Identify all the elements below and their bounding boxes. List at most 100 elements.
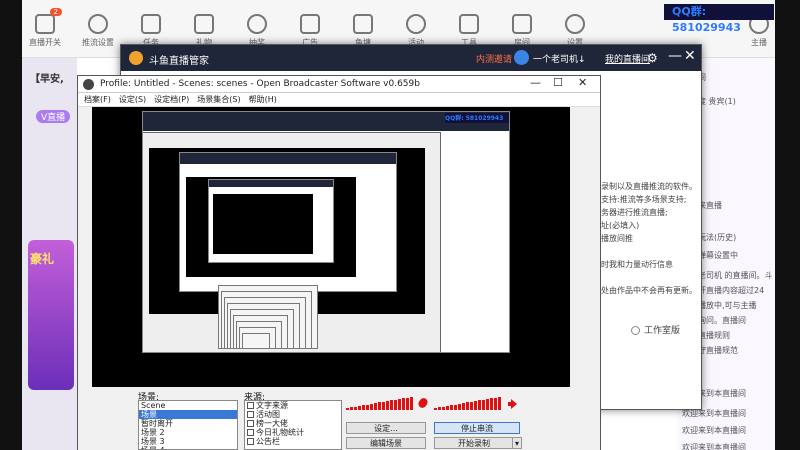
speaker-icon[interactable] [508, 399, 518, 409]
meter-bar [470, 401, 473, 410]
beta-invite-link[interactable]: 内测邀请 [476, 52, 512, 65]
close-button[interactable]: ✕ [684, 48, 696, 64]
record-dropdown-button[interactable]: ▾ [512, 437, 522, 449]
toolbar-icon [141, 14, 161, 34]
meter-bar [398, 398, 401, 410]
toolbar-item-3[interactable]: 礼物 [179, 14, 229, 48]
scene-item[interactable]: 场景 3 [139, 437, 237, 446]
studio-edition-radio[interactable]: 工作室版 [631, 323, 680, 336]
manager-info-line: 播放间推 [601, 234, 633, 243]
meter-bar [462, 403, 465, 410]
settings-button[interactable]: 设定... [346, 422, 426, 434]
sources-list[interactable]: 文字来源 活动图 榜一大佬 今日礼物统计 公告栏 [244, 400, 342, 450]
obs-minimize-button[interactable]: — [530, 76, 541, 89]
obs-close-button[interactable]: ✕ [578, 76, 587, 89]
manager-titlebar: 斗鱼直播管家 内测邀请 一个老司机↓ 我的直播间 ⚙ — ✕ [121, 45, 701, 71]
edit-scene-button[interactable]: 编辑场景 [346, 437, 426, 449]
obs-logo-icon [83, 79, 94, 90]
meter-bar [490, 398, 493, 410]
obs-menu-item[interactable]: 设定档(P) [154, 93, 189, 107]
toolbar-item-7[interactable]: 活动 [391, 14, 441, 48]
gear-icon[interactable]: ⚙ [647, 51, 658, 65]
source-item[interactable]: 公告栏 [245, 437, 341, 446]
meter-bar [378, 402, 381, 410]
meter-bar [346, 408, 349, 410]
meter-bar [350, 407, 353, 410]
meter-bar [458, 403, 461, 410]
checkbox-icon[interactable] [247, 420, 254, 427]
mic-volume-meter[interactable] [346, 396, 416, 410]
obs-maximize-button[interactable]: ☐ [553, 76, 563, 89]
nested-capture: QQ群: 581029943 [142, 111, 510, 353]
meter-bar [366, 404, 369, 410]
meter-bar [362, 405, 365, 410]
screen-frame: 直播开关 2 推流设置 任务 礼物 抽奖 广告 鱼塘 活动 工具 房间 设置 主播 QQ群: 5810… [22, 0, 775, 450]
source-item[interactable]: 今日礼物统计 [245, 428, 341, 437]
obs-menu-item[interactable]: 档案(F) [84, 93, 111, 107]
toolbar-item-5[interactable]: 广告 [285, 14, 335, 48]
scene-item[interactable]: 暂时离开 [139, 419, 237, 428]
meter-bar [446, 405, 449, 410]
checkbox-icon[interactable] [247, 411, 254, 418]
manager-info-line: 支持:推流等多场景支持; [601, 195, 687, 204]
level-badge: V直播 [36, 110, 71, 123]
scene-item[interactable]: 场景 4 [139, 446, 237, 449]
stream-greeting: 【早安, [30, 74, 64, 85]
microphone-icon[interactable] [416, 396, 430, 410]
meter-bar [434, 408, 437, 410]
stop-stream-button[interactable]: 停止串流 [434, 422, 520, 434]
toolbar-icon [459, 14, 479, 34]
obs-controls: 场景: Scene场景暂时离开场景 2场景 3场景 4 来源: 文字来源活动图榜… [78, 388, 600, 450]
toolbar-item-6[interactable]: 鱼塘 [338, 14, 388, 48]
obs-menubar: 档案(F) 设定(S) 设定档(P) 场景集合(S) 帮助(H) [78, 93, 600, 107]
toolbar-item-9[interactable]: 房间 [497, 14, 547, 48]
meter-bar [442, 406, 445, 410]
start-record-button[interactable]: 开始录制 [434, 437, 514, 449]
toolbar-item-8[interactable]: 工具 [444, 14, 494, 48]
toolbar-icon [565, 14, 585, 34]
checkbox-icon[interactable] [247, 429, 254, 436]
gift-promo-label: 豪礼 [30, 252, 55, 266]
meter-bar [466, 402, 469, 410]
toolbar-item-0[interactable]: 直播开关 2 [22, 8, 70, 48]
source-item[interactable]: 文字来源 [245, 401, 341, 410]
toolbar-item-2[interactable]: 任务 [126, 14, 176, 48]
radio-icon [631, 326, 640, 335]
avatar[interactable] [514, 50, 529, 65]
manager-info-line: 处由作品中不会再有更新。 [601, 286, 697, 295]
toolbar-icon [35, 14, 55, 34]
minimize-button[interactable]: — [668, 48, 682, 64]
scene-item[interactable]: 场景 [139, 410, 237, 419]
manager-info-line: 时我和力量动行信息 [601, 260, 673, 269]
qq-group-banner: QQ群: 581029943 [664, 4, 774, 34]
obs-title: Profile: Untitled - Scenes: scenes - Ope… [100, 79, 420, 89]
obs-menu-item[interactable]: 设定(S) [119, 93, 146, 107]
toolbar-icon [194, 14, 214, 34]
meter-bar [474, 401, 477, 410]
toolbar-item-4[interactable]: 抽奖 [232, 14, 282, 48]
scenes-list[interactable]: Scene场景暂时离开场景 2场景 3场景 4 [138, 400, 238, 450]
checkbox-icon[interactable] [247, 438, 254, 445]
toolbar-item-1[interactable]: 推流设置 [73, 14, 123, 48]
obs-menu-item[interactable]: 场景集合(S) [197, 93, 240, 107]
obs-preview: QQ群: 581029943 [92, 107, 570, 387]
checkbox-icon[interactable] [247, 402, 254, 409]
scene-item[interactable]: Scene [139, 401, 237, 410]
desktop-volume-meter[interactable] [434, 396, 504, 410]
source-item[interactable]: 榜一大佬 [245, 419, 341, 428]
meter-bar [438, 407, 441, 410]
meter-bar [370, 403, 373, 410]
meter-bar [494, 397, 497, 410]
manager-info-line: 址(必填入) [601, 221, 640, 230]
chat-message: 欢迎来到本直播间 [682, 426, 746, 435]
toolbar-item-10[interactable]: 设置 [550, 14, 600, 48]
source-item[interactable]: 活动图 [245, 410, 341, 419]
scene-item[interactable]: 场景 2 [139, 428, 237, 437]
username-menu[interactable]: 一个老司机↓ [533, 52, 586, 65]
my-room-link[interactable]: 我的直播间 [605, 52, 650, 65]
manager-info-line: 务器进行推流直播; [601, 208, 668, 217]
chat-message: 欢迎来到本直播间 [682, 443, 746, 450]
obs-menu-item[interactable]: 帮助(H) [249, 93, 277, 107]
meter-bar [482, 399, 485, 410]
toolbar-icon [247, 14, 267, 34]
